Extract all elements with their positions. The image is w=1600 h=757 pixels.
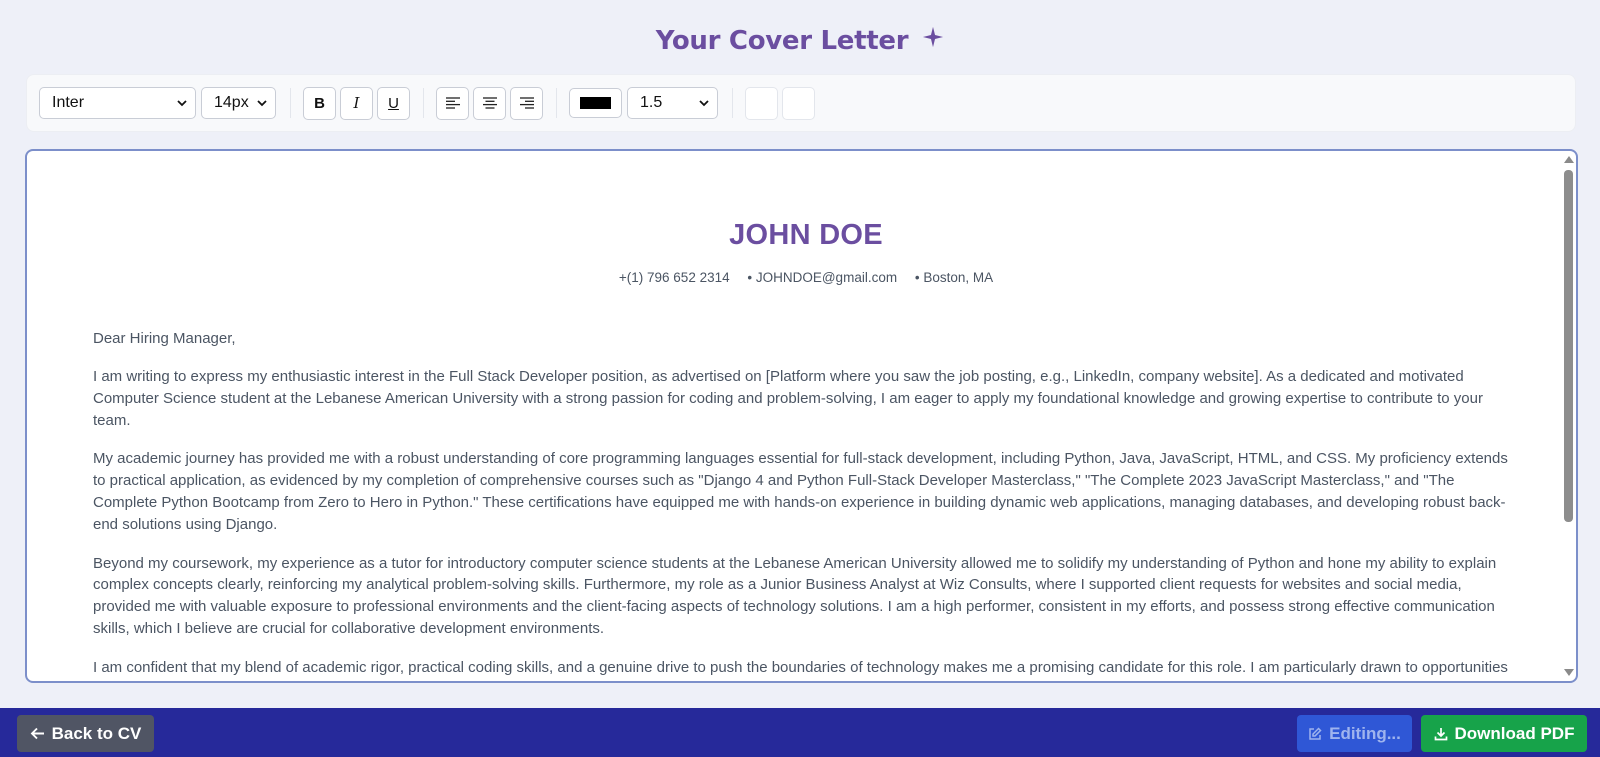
editing-button[interactable]: Editing... bbox=[1297, 715, 1412, 752]
line-height-select[interactable]: 1.5 bbox=[627, 87, 718, 119]
letter-greeting: Dear Hiring Manager, bbox=[93, 330, 236, 347]
font-size-select[interactable]: 14px bbox=[201, 87, 276, 119]
download-pdf-button[interactable]: Download PDF bbox=[1421, 715, 1587, 752]
toolbar-divider bbox=[556, 88, 557, 118]
toolbar-extra-button[interactable] bbox=[782, 86, 815, 120]
formatting-toolbar: Inter 14px B I U 1.5 bbox=[26, 74, 1576, 132]
align-left-button[interactable] bbox=[436, 86, 469, 120]
font-family-select[interactable]: Inter bbox=[39, 87, 196, 119]
editor-scrollbar[interactable] bbox=[1562, 153, 1574, 679]
letter-paragraph: My academic journey has provided me with… bbox=[93, 450, 1508, 533]
text-color-swatch bbox=[580, 97, 611, 109]
edit-pencil-icon bbox=[1309, 726, 1322, 740]
contact-email: • JOHNDOE@gmail.com bbox=[747, 270, 898, 285]
contact-location: • Boston, MA bbox=[914, 270, 994, 285]
font-family-value: Inter bbox=[52, 94, 85, 111]
scroll-down-arrow-icon[interactable] bbox=[1564, 669, 1574, 676]
align-center-button[interactable] bbox=[473, 86, 506, 120]
letter-document: JOHN DOE +(1) 796 652 2314 • JOHNDOE@gma… bbox=[93, 219, 1519, 681]
download-pdf-label: Download PDF bbox=[1454, 723, 1575, 743]
applicant-name: JOHN DOE bbox=[729, 219, 883, 251]
page-title: Your Cover Letter bbox=[0, 22, 1600, 60]
chevron-down-icon bbox=[177, 99, 187, 106]
footer-bar: Back to CV Editing... Download PDF bbox=[0, 708, 1600, 757]
contact-phone: +(1) 796 652 2314 bbox=[618, 270, 730, 285]
align-left-icon bbox=[445, 97, 460, 109]
back-to-cv-label: Back to CV bbox=[51, 723, 142, 743]
back-to-cv-button[interactable]: Back to CV bbox=[17, 715, 154, 752]
scroll-thumb[interactable] bbox=[1564, 170, 1573, 522]
download-icon bbox=[1434, 727, 1447, 740]
italic-button[interactable]: I bbox=[340, 86, 373, 120]
toolbar-divider bbox=[732, 88, 733, 118]
page-title-text: Your Cover Letter bbox=[655, 26, 909, 56]
toolbar-divider bbox=[290, 88, 291, 118]
letter-paragraph: Beyond my coursework, my experience as a… bbox=[93, 554, 1497, 637]
cover-letter-editor[interactable]: JOHN DOE +(1) 796 652 2314 • JOHNDOE@gma… bbox=[25, 149, 1578, 683]
arrow-left-icon bbox=[30, 727, 44, 740]
chevron-down-icon bbox=[699, 99, 709, 106]
bold-button[interactable]: B bbox=[303, 86, 336, 120]
toolbar-extra-button[interactable] bbox=[745, 86, 778, 120]
chevron-down-icon bbox=[257, 99, 267, 106]
font-size-value: 14px bbox=[214, 94, 249, 111]
sparkle-icon bbox=[923, 26, 944, 48]
letter-paragraph: I am confident that my blend of academic… bbox=[93, 658, 1508, 681]
align-right-icon bbox=[519, 97, 534, 109]
editing-label: Editing... bbox=[1329, 723, 1401, 743]
line-height-value: 1.5 bbox=[640, 94, 663, 111]
text-color-picker[interactable] bbox=[569, 88, 622, 118]
align-center-icon bbox=[482, 97, 497, 109]
toolbar-divider bbox=[423, 88, 424, 118]
contact-line: +(1) 796 652 2314 • JOHNDOE@gmail.com • … bbox=[93, 270, 1519, 285]
letter-paragraph: I am writing to express my enthusiastic … bbox=[93, 368, 1483, 429]
align-right-button[interactable] bbox=[510, 86, 543, 120]
scroll-up-arrow-icon[interactable] bbox=[1564, 156, 1574, 163]
underline-button[interactable]: U bbox=[377, 86, 410, 120]
